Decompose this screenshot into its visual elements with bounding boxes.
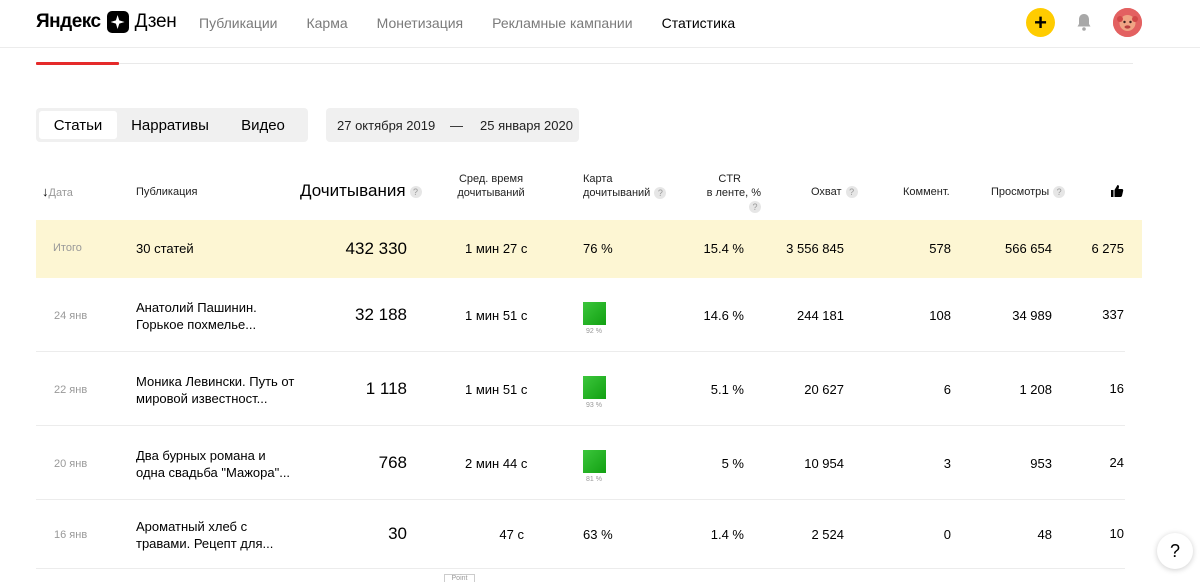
row-publication-title[interactable]: Два бурных романа и одна свадьба "Мажора… [136,447,296,481]
read-map-percent: 93 % [586,402,602,409]
row-read-map: 63 % [583,527,613,542]
tab-video[interactable]: Видео [223,111,303,139]
row-reach: 2 524 [811,527,844,542]
nav-ad-campaigns[interactable]: Рекламные кампании [492,15,632,31]
sub-nav-divider [36,63,1133,64]
date-from[interactable]: 27 октября 2019 [337,118,435,133]
row-publication-title[interactable]: Ароматный хлеб с травами. Рецепт для... [136,518,296,552]
row-date: 20 янв [54,458,88,470]
row-date: 24 янв [54,310,88,322]
zen-logo-icon [106,11,129,33]
bell-icon[interactable] [1076,13,1092,31]
column-publication-header: Публикация [136,186,198,198]
tab-narratives[interactable]: Нарративы [117,111,223,139]
help-button[interactable]: ? [1157,533,1193,569]
row-avg-time: 1 мин 51 с [465,382,528,397]
thumbs-up-icon[interactable] [1110,184,1124,198]
total-row: Итого 30 статей 432 330 1 мин 27 с 76 % … [36,220,1142,278]
total-ctr: 15.4 % [703,241,744,256]
total-likes: 6 275 [1091,241,1124,256]
avatar[interactable] [1113,8,1142,37]
avatar-image-icon [1113,8,1142,37]
row-publication-title[interactable]: Анатолий Пашинин. Горькое похмелье... [136,299,296,333]
column-reach-header[interactable]: Охват? [811,185,858,199]
nav-statistics[interactable]: Статистика [662,15,736,31]
row-likes: 337 [1102,307,1124,322]
row-comments: 0 [943,527,951,542]
row-ctr: 14.6 % [703,308,744,323]
total-views: 566 654 [1005,241,1052,256]
row-likes: 16 [1109,381,1124,396]
row-comments: 108 [929,308,951,323]
table-row[interactable]: 24 янв Анатолий Пашинин. Горькое похмель… [36,278,1125,352]
nav-monetization[interactable]: Монетизация [377,15,464,31]
row-views: 1 208 [1019,382,1052,397]
table-row[interactable]: 22 янв Моника Левински. Путь от мировой … [36,352,1125,426]
row-views: 48 [1037,527,1052,542]
total-label: Итого [53,242,82,254]
content-type-switch: Статьи Нарративы Видео [36,108,308,142]
row-reads: 1 118 [365,379,407,398]
total-reach: 3 556 845 [786,241,844,256]
row-views: 34 989 [1012,308,1052,323]
reach-help-icon[interactable]: ? [845,186,858,199]
row-reads: 768 [378,453,407,472]
row-avg-time: 2 мин 44 с [465,456,528,471]
column-date-header[interactable]: ↓Дата [42,185,73,200]
column-reads-header[interactable]: Дочитывания? [300,181,422,201]
total-publications: 30 статей [136,241,194,256]
column-views-header[interactable]: Просмотры? [991,185,1066,199]
row-comments: 6 [943,382,951,397]
main-nav: Публикации Карма Монетизация Рекламные к… [199,0,764,46]
total-comments: 578 [929,241,951,256]
total-reads: 432 330 [345,239,407,258]
row-reach: 10 954 [804,456,844,471]
ctr-help-icon[interactable]: ? [749,201,761,214]
column-read-map-header[interactable]: Карта дочитываний? [583,172,667,200]
column-avg-time-header[interactable]: Сред. время дочитываний [456,172,526,200]
top-bar: Яндекс Дзен Публикации Карма Монетизация… [0,0,1200,48]
total-avg-time: 1 мин 27 с [465,241,528,256]
row-reach: 20 627 [804,382,844,397]
column-comments-header[interactable]: Коммент. [903,185,950,199]
read-map-percent: 92 % [586,328,602,335]
date-range-picker[interactable]: 27 октября 2019 — 25 января 2020 [326,108,579,142]
total-read-map: 76 % [583,241,613,256]
date-separator: — [450,117,463,133]
nav-karma[interactable]: Карма [306,15,347,31]
tab-articles[interactable]: Статьи [39,111,117,139]
read-map-percent: 81 % [586,476,602,483]
row-reach: 244 181 [797,308,844,323]
create-plus-button[interactable]: + [1026,8,1055,37]
row-reads: 30 [388,524,407,543]
row-date: 16 янв [54,529,88,541]
row-comments: 3 [943,456,951,471]
row-ctr: 1.4 % [710,527,744,542]
reads-help-icon[interactable]: ? [409,185,422,198]
row-views: 953 [1030,456,1052,471]
yandex-zen-logo[interactable]: Яндекс Дзен [36,9,177,35]
read-map-thumbnail[interactable] [583,450,606,473]
read-map-thumbnail[interactable] [583,376,606,399]
logo-yandex-text: Яндекс [36,11,101,32]
column-ctr-header[interactable]: CTR в ленте, %? [691,172,761,214]
nav-publications[interactable]: Публикации [199,15,277,31]
table-row[interactable]: 16 янв Ароматный хлеб с травами. Рецепт … [36,500,1125,569]
views-help-icon[interactable]: ? [1053,186,1066,199]
row-avg-time: 47 с [499,527,524,542]
row-likes: 24 [1109,455,1124,470]
sub-nav-active-indicator [36,62,119,65]
row-reads: 32 188 [355,305,407,324]
read-map-help-icon[interactable]: ? [654,187,667,200]
row-likes: 10 [1109,526,1124,541]
row-ctr: 5 % [721,456,744,471]
date-to[interactable]: 25 января 2020 [480,118,573,133]
row-ctr: 5.1 % [710,382,744,397]
row-publication-title[interactable]: Моника Левински. Путь от мировой известн… [136,373,296,407]
logo-zen-text: Дзен [134,11,177,32]
read-map-thumbnail[interactable] [583,302,606,325]
table-row[interactable]: 20 янв Два бурных романа и одна свадьба … [36,426,1125,500]
row-avg-time: 1 мин 51 с [465,308,528,323]
row-date: 22 янв [54,384,88,396]
